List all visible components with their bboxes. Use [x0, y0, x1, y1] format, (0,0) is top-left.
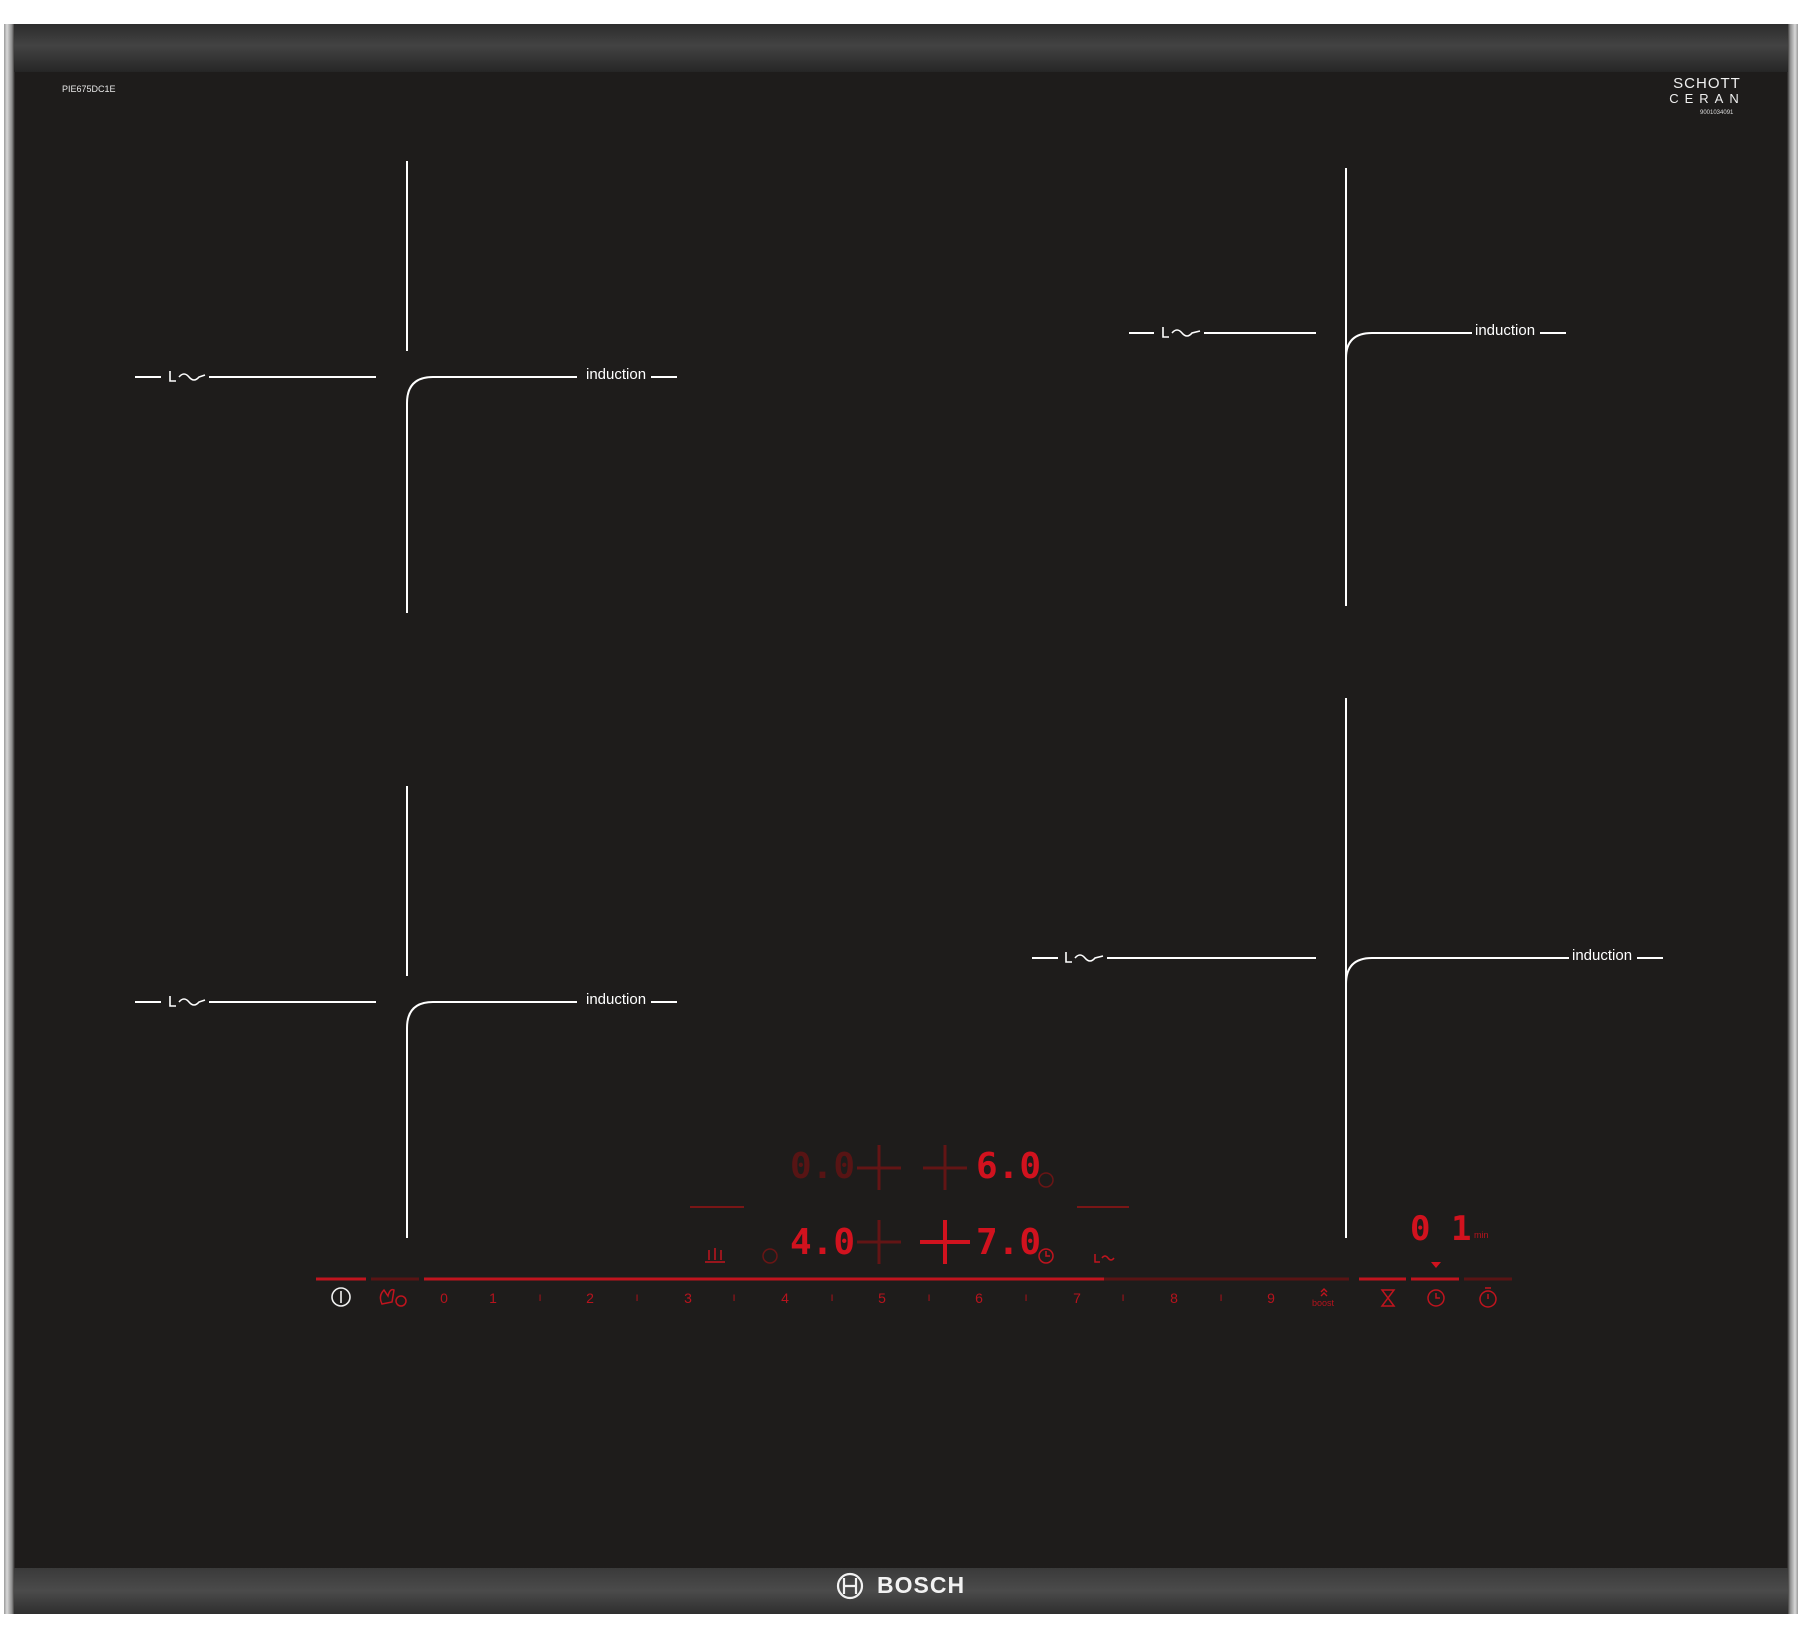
- slider-tick: ı: [1024, 1290, 1028, 1304]
- rear-left-zone-corner: [406, 376, 577, 613]
- clock-icon: [1038, 1172, 1054, 1188]
- frying-sensor-icon: [1094, 1254, 1115, 1263]
- pan-sensor-icons: [169, 327, 1201, 1007]
- rear-right-zone-corner: [1345, 332, 1472, 606]
- clock-hands: [1045, 1251, 1050, 1257]
- front-right-zone-label: induction: [1572, 947, 1633, 964]
- sensor-icon: [169, 996, 206, 1007]
- front-right-power-display: 7.0: [976, 1222, 1042, 1263]
- keep-warm-icon: [705, 1248, 725, 1263]
- power-slider[interactable]: 0 1 ı 2 ı 3 ı 4 ı 5 ı 6 ı 7 ı 8 ı 9 boos…: [4, 1290, 1798, 1310]
- slider-level-5[interactable]: 5: [870, 1290, 894, 1306]
- timer-unit: min: [1474, 1230, 1489, 1240]
- zone-symbol-rear-right: [923, 1145, 967, 1190]
- slider-tick: ı: [927, 1290, 931, 1304]
- slider-level-6[interactable]: 6: [967, 1290, 991, 1306]
- front-left-zone-corner: [406, 1001, 577, 1238]
- slider-tick: ı: [635, 1290, 639, 1304]
- slider-tick: ı: [732, 1290, 736, 1304]
- slider-tick: ı: [538, 1290, 542, 1304]
- front-left-zone-label: induction: [586, 991, 647, 1008]
- zone-timer-icon-active: [1038, 1248, 1054, 1264]
- slider-level-7[interactable]: 7: [1065, 1290, 1089, 1306]
- sensor-icon: [1162, 327, 1201, 338]
- front-left-power-display: 4.0: [790, 1222, 856, 1263]
- serial-number: 9001034091: [1700, 110, 1734, 116]
- zone-symbol-rear-left: [857, 1145, 901, 1190]
- boost-button[interactable]: boost: [1312, 1298, 1334, 1308]
- slider-tick: ı: [1219, 1290, 1223, 1304]
- bosch-logo-text: BOSCH: [877, 1572, 966, 1598]
- brand-line1: SCHOTT: [1673, 75, 1741, 92]
- brand-line2: CERAN: [1669, 91, 1745, 106]
- bosch-logo-icon: [836, 1572, 864, 1600]
- timer-display: 0 1: [1410, 1209, 1472, 1249]
- slider-tick: ı: [830, 1290, 834, 1304]
- slider-tick: ı: [1121, 1290, 1125, 1304]
- rear-right-zone-label: induction: [1475, 322, 1536, 339]
- induction-hob: PIE675DC1E SCHOTT CERAN 9001034091 induc…: [4, 24, 1798, 1614]
- front-right-zone-corner: [1345, 957, 1569, 1238]
- zone-symbol-front-left: [857, 1220, 901, 1264]
- rear-left-zone-label: induction: [586, 366, 647, 383]
- timer-pointer-icon: [1431, 1262, 1441, 1268]
- slider-level-4[interactable]: 4: [773, 1290, 797, 1306]
- clock-icon: [762, 1248, 778, 1264]
- rear-left-power-display: 0.0: [790, 1146, 856, 1187]
- schott-ceran-logo: SCHOTT CERAN: [1664, 76, 1750, 106]
- slider-level-2[interactable]: 2: [578, 1290, 602, 1306]
- zone-symbol-front-right: [920, 1220, 970, 1264]
- slider-level-3[interactable]: 3: [676, 1290, 700, 1306]
- slider-level-1[interactable]: 1: [481, 1290, 505, 1306]
- sensor-icon: [169, 371, 206, 382]
- zone-markings: [135, 161, 1663, 1600]
- model-number: PIE675DC1E: [62, 84, 116, 94]
- slider-level-0[interactable]: 0: [432, 1290, 456, 1306]
- slider-level-9[interactable]: 9: [1259, 1290, 1283, 1306]
- zone-symbols: [857, 1145, 970, 1264]
- sensor-icon: [1065, 952, 1104, 963]
- slider-level-8[interactable]: 8: [1162, 1290, 1186, 1306]
- rear-right-power-display: 6.0: [976, 1146, 1042, 1187]
